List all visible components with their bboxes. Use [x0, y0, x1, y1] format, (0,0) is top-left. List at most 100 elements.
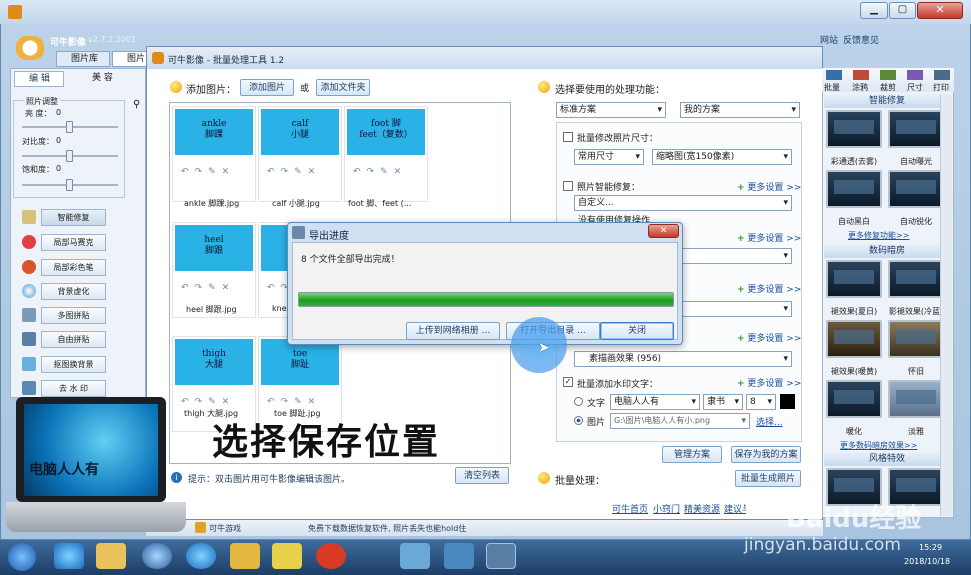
upload-album-button[interactable]: 上传到网络相册 ...	[406, 322, 500, 340]
size-tool-icon[interactable]	[907, 70, 923, 80]
wm-size-select[interactable]: 8	[746, 394, 776, 410]
section-smart-fix-header[interactable]: 智能修复	[824, 94, 950, 108]
batch-tool-label[interactable]: 批量	[824, 82, 840, 93]
batch-generate-button[interactable]: 批量生成照片	[735, 470, 801, 487]
slider-contrast-thumb[interactable]	[66, 150, 73, 162]
more-settings-link[interactable]: + 更多设置 >>	[737, 231, 801, 244]
more-fix-link[interactable]: 更多修复功能>>	[848, 230, 909, 241]
save-scheme-button[interactable]: 保存为我的方案	[731, 446, 801, 463]
start-button[interactable]	[8, 543, 36, 571]
effect-thumb[interactable]	[826, 110, 882, 148]
wm-text-radio[interactable]	[574, 397, 583, 406]
media-icon[interactable]	[142, 543, 172, 569]
effect-thumb[interactable]	[826, 320, 882, 358]
watermark-checkbox[interactable]: ✓	[563, 377, 573, 387]
batch-tool-icon[interactable]	[826, 70, 842, 80]
thumbnail-ankle[interactable]: ankle 脚踝 ↶↷✎✕	[172, 106, 256, 202]
my-scheme-select[interactable]: 我的方案	[680, 102, 800, 118]
more-settings-link[interactable]: + 更多设置 >>	[737, 376, 801, 389]
browse-link[interactable]: 选择...	[756, 415, 783, 428]
window-maximize-button[interactable]: ▢	[889, 2, 916, 19]
custom-select[interactable]: 自定义...	[574, 195, 792, 211]
folder-icon[interactable]	[230, 543, 260, 569]
scheme-select[interactable]: 标准方案	[556, 102, 666, 118]
size-preset-select[interactable]: 常用尺寸	[574, 149, 644, 165]
thumb-tools-icons[interactable]: ↶↷✎✕	[181, 167, 235, 177]
footer-link-feedback[interactable]: 建议与反馈	[724, 502, 746, 515]
effect-thumb[interactable]	[826, 260, 882, 298]
clear-list-button[interactable]: 清空列表	[455, 467, 509, 484]
mosaic-button[interactable]: 局部马赛克	[41, 234, 106, 251]
free-collage-button[interactable]: 自由拼贴	[41, 331, 106, 348]
effect-thumb[interactable]	[826, 380, 882, 418]
window-minimize-button[interactable]: ▁	[860, 2, 888, 19]
print-tool-label[interactable]: 打印	[933, 82, 949, 93]
ie-edge-icon[interactable]	[186, 543, 216, 569]
effect-thumb[interactable]	[826, 170, 882, 208]
wm-text-input[interactable]: 电脑人人有	[610, 394, 700, 410]
slider-brightness-thumb[interactable]	[66, 121, 73, 133]
effect-thumb[interactable]	[888, 110, 944, 148]
effect-thumb[interactable]	[888, 320, 944, 358]
effect-thumb[interactable]	[888, 380, 944, 418]
ie-icon[interactable]	[54, 543, 84, 569]
multi-collage-button[interactable]: 多图拼贴	[41, 307, 106, 324]
star-icon[interactable]	[272, 543, 302, 569]
zoom-icon[interactable]: ⚲	[133, 99, 140, 110]
section-darkroom-header[interactable]: 数码暗房	[824, 244, 950, 258]
right-scrollbar[interactable]	[940, 94, 952, 516]
smart-fix-button[interactable]: 智能修复	[41, 209, 106, 226]
more-settings-link[interactable]: + 更多设置 >>	[737, 331, 801, 344]
status-hint[interactable]: 免费下载数据恢复软件, 照片丢失也能hold住	[308, 523, 466, 534]
thumb-tools-icons[interactable]: ↶↷✎✕	[181, 397, 235, 407]
batch-task-icon[interactable]	[486, 543, 516, 569]
wm-font-select[interactable]: 隶书	[703, 394, 743, 410]
link-feedback[interactable]: 反馈意见	[843, 33, 879, 46]
footer-link-home[interactable]: 可牛首页	[612, 502, 648, 515]
option-select[interactable]	[680, 248, 792, 264]
thumb-tools-icons[interactable]: ↶↷✎✕	[267, 397, 321, 407]
effect-thumb[interactable]	[888, 170, 944, 208]
wm-color-swatch[interactable]	[780, 394, 795, 409]
size-value-select[interactable]: 缩略图(宽150像素)	[652, 149, 792, 165]
tab-edit-main[interactable]: 图片	[112, 51, 150, 67]
thumb-tools-icons[interactable]: ↶↷✎✕	[267, 167, 321, 177]
resize-checkbox[interactable]	[563, 132, 573, 142]
section-style-header[interactable]: 风格特效	[824, 452, 950, 466]
doodle-tool-label[interactable]: 涂鸦	[852, 82, 868, 93]
slider-saturation-thumb[interactable]	[66, 179, 73, 191]
doodle-tool-icon[interactable]	[853, 70, 869, 80]
cutout-button[interactable]: 抠图换背景	[41, 356, 106, 373]
crop-tool-label[interactable]: 裁剪	[880, 82, 896, 93]
footer-link-tips[interactable]: 小窍门	[653, 502, 680, 515]
option-select[interactable]	[680, 301, 792, 317]
thumbnail-calf[interactable]: calf 小腿 ↶↷✎✕	[258, 106, 342, 202]
thumb-tools-icons[interactable]: ↶↷✎✕	[181, 283, 235, 293]
more-settings-link[interactable]: + 更多设置 >>	[737, 282, 801, 295]
wm-image-path[interactable]: G:\图片\电脑人人有小.png	[610, 413, 750, 429]
remove-watermark-button[interactable]: 去 水 印	[41, 380, 106, 397]
footer-link-resources[interactable]: 精美资源	[684, 502, 720, 515]
thumbnail-foot[interactable]: foot 脚 feet（复数） ↶↷✎✕	[344, 106, 428, 202]
tab-edit[interactable]: 编 辑	[14, 71, 64, 87]
explorer-icon[interactable]	[96, 543, 126, 569]
effect-select[interactable]: 素描画效果 (956)	[574, 351, 792, 367]
thumb-tools-icons[interactable]: ↶↷✎✕	[353, 167, 407, 177]
wm-image-radio[interactable]	[574, 416, 583, 425]
app-red-icon[interactable]	[316, 543, 346, 569]
more-darkroom-link[interactable]: 更多数码暗房效果>>	[840, 440, 917, 451]
effect-thumb[interactable]	[888, 260, 944, 298]
manage-scheme-button[interactable]: 管理方案	[662, 446, 722, 463]
add-image-button[interactable]: 添加图片	[240, 79, 294, 96]
tab-library[interactable]: 图片库	[56, 51, 110, 67]
blur-bg-button[interactable]: 背景虚化	[41, 283, 106, 300]
dialog-close-button[interactable]: ✕	[648, 224, 679, 238]
smart-fix-checkbox[interactable]	[563, 181, 573, 191]
more-settings-link[interactable]: + 更多设置 >>	[737, 180, 801, 193]
network-icon[interactable]	[400, 543, 430, 569]
link-network[interactable]: 网站	[820, 33, 838, 46]
crop-tool-icon[interactable]	[880, 70, 896, 80]
color-pen-button[interactable]: 局部彩色笔	[41, 259, 106, 276]
window-close-button[interactable]: ✕	[917, 2, 963, 19]
print-tool-icon[interactable]	[934, 70, 950, 80]
